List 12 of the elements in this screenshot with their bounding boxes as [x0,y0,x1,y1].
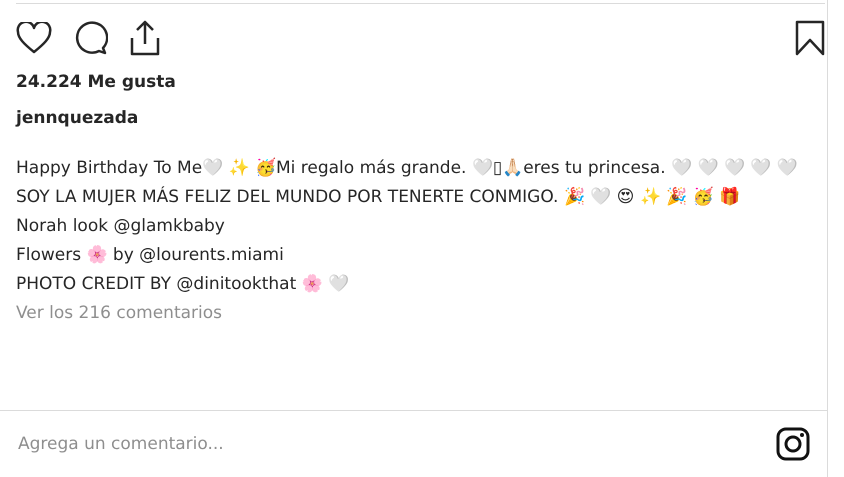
caption-line: SOY LA MUJER MÁS FELIZ DEL MUNDO POR TENERTE CONMIGO. 🎉 🤍 😍 ✨ 🎉 🥳 🎁 [16,185,741,209]
camera-icon[interactable] [775,426,811,462]
likes-count[interactable]: 24.224 Me gusta [16,72,827,92]
username-link[interactable]: jennquezada [16,108,827,128]
heart-icon[interactable] [16,22,52,54]
bookmark-icon[interactable] [795,20,825,56]
share-icon[interactable] [128,20,162,56]
comment-field[interactable]: Agrega un comentario... [16,433,775,455]
caption-line: Flowers 🌸 by @lourents.miami [16,244,285,267]
caption-line: PHOTO CREDIT BY @dinitookthat 🌸 🤍 [16,273,350,296]
caption-line: Happy Birthday To Me🤍 ✨ 🥳Mi regalo más grande. 🤍▯🙏🏻eres tu princesa. 🤍 🤍 🤍 🤍 🤍 [16,156,799,180]
caption-line: Norah look @glamkbaby [16,215,226,238]
